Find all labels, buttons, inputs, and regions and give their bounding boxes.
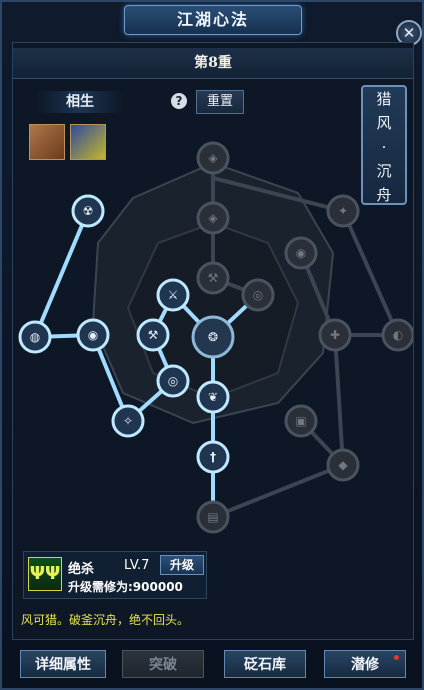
skill-info-box: ΨΨ 绝杀 LV.7 升级 升级需修为:900000 xyxy=(23,551,207,599)
upgrade-button[interactable]: 升级 xyxy=(160,555,204,575)
warrior-icon: ΨΨ xyxy=(28,557,62,591)
svg-text:◐: ◐ xyxy=(393,328,403,342)
node-lit-9[interactable]: † xyxy=(196,440,230,474)
node-lit-1[interactable]: ☢ xyxy=(71,194,105,228)
svg-text:◈: ◈ xyxy=(208,151,218,165)
cultivate-button[interactable]: 潜修 xyxy=(324,650,406,678)
skill-tree-panel: 第8重 ◈ ◈ ⚒ ✦ ◉ ◎ ✚ ◐ ▣ ◆ ▤ ❂ ☢ ◍ ◉ ⚔ ⚒ ◎ … xyxy=(12,42,414,640)
skill-level: LV.7 xyxy=(124,558,150,573)
svg-text:†: † xyxy=(210,450,216,464)
node-core[interactable]: ❂ xyxy=(191,315,235,359)
svg-text:✦: ✦ xyxy=(338,204,348,218)
tab-xiangsheng[interactable]: 相生 xyxy=(35,91,125,113)
svg-text:◆: ◆ xyxy=(338,458,348,472)
svg-text:◎: ◎ xyxy=(168,374,178,388)
book-item-icon[interactable] xyxy=(70,124,106,160)
node-dim-2[interactable]: ◈ xyxy=(196,201,230,235)
svg-text:⚒: ⚒ xyxy=(208,271,219,285)
breakthrough-button[interactable]: 突破 xyxy=(122,650,204,678)
node-dim-9[interactable]: ▣ xyxy=(284,404,318,438)
skill-quote: 风可猎。破釜沉舟，绝不回头。 xyxy=(21,613,190,627)
detail-attributes-button[interactable]: 详细属性 xyxy=(20,650,106,678)
question-icon[interactable]: ? xyxy=(171,93,187,109)
skill-name: 绝杀 xyxy=(68,562,95,577)
svg-text:▤: ▤ xyxy=(207,510,218,524)
side-tab-char: 舟 xyxy=(376,186,392,204)
side-tab-char: 沉 xyxy=(376,162,392,180)
cultivate-label: 潜修 xyxy=(351,657,379,673)
node-dim-10[interactable]: ◆ xyxy=(326,448,360,482)
node-dim-3[interactable]: ⚒ xyxy=(196,261,230,295)
skill-window: 江湖心法 ✕ 第8重 ◈ ◈ ⚒ ✦ ◉ ◎ ✚ ◐ ▣ ◆ ▤ ❂ ☢ ◍ ◉… xyxy=(0,0,424,690)
node-dim-6[interactable]: ◎ xyxy=(241,278,275,312)
svg-text:⚒: ⚒ xyxy=(148,328,159,342)
svg-text:◉: ◉ xyxy=(88,328,98,342)
node-dim-1[interactable]: ◈ xyxy=(196,141,230,175)
upgrade-cost: 升级需修为:900000 xyxy=(68,580,183,594)
svg-text:☢: ☢ xyxy=(83,204,94,218)
node-dim-4[interactable]: ✦ xyxy=(326,194,360,228)
svg-text:◈: ◈ xyxy=(208,211,218,225)
svg-text:◉: ◉ xyxy=(296,246,306,260)
notification-dot-icon xyxy=(394,655,399,660)
node-lit-6[interactable]: ◎ xyxy=(156,364,190,398)
node-lit-4[interactable]: ⚔ xyxy=(156,278,190,312)
svg-text:▣: ▣ xyxy=(295,414,306,428)
node-lit-7[interactable]: ✧ xyxy=(111,404,145,438)
stone-library-button[interactable]: 砭石库 xyxy=(224,650,306,678)
scroll-item-icon[interactable] xyxy=(29,124,65,160)
svg-text:✚: ✚ xyxy=(330,328,340,342)
title-bar: 江湖心法 ✕ xyxy=(2,2,422,46)
svg-text:◎: ◎ xyxy=(253,288,263,302)
node-dim-8[interactable]: ◐ xyxy=(381,318,413,352)
node-lit-8[interactable]: ❦ xyxy=(196,380,230,414)
svg-text:⚔: ⚔ xyxy=(168,288,179,302)
svg-text:❂: ❂ xyxy=(208,330,218,344)
node-lit-3[interactable]: ◉ xyxy=(76,318,110,352)
side-tab-char: · xyxy=(381,138,387,156)
node-dim-11[interactable]: ▤ xyxy=(196,500,230,534)
svg-text:❦: ❦ xyxy=(208,390,218,404)
tab-liefeng-chenzhou[interactable]: 猎 风 · 沉 舟 xyxy=(361,85,407,205)
node-lit-5[interactable]: ⚒ xyxy=(136,318,170,352)
side-tab-char: 风 xyxy=(376,114,392,132)
node-dim-7[interactable]: ✚ xyxy=(318,318,352,352)
svg-text:✧: ✧ xyxy=(123,414,133,428)
title-plate: 江湖心法 xyxy=(124,5,302,35)
reset-button[interactable]: 重置 xyxy=(196,90,244,114)
svg-text:◍: ◍ xyxy=(30,330,41,344)
side-tab-char: 猎 xyxy=(376,90,392,108)
node-lit-2[interactable]: ◍ xyxy=(18,320,52,354)
window-title: 江湖心法 xyxy=(176,10,249,29)
skill-tree: ◈ ◈ ⚒ ✦ ◉ ◎ ✚ ◐ ▣ ◆ ▤ ❂ ☢ ◍ ◉ ⚔ ⚒ ◎ ✧ ❦ … xyxy=(18,141,413,534)
node-dim-5[interactable]: ◉ xyxy=(284,236,318,270)
